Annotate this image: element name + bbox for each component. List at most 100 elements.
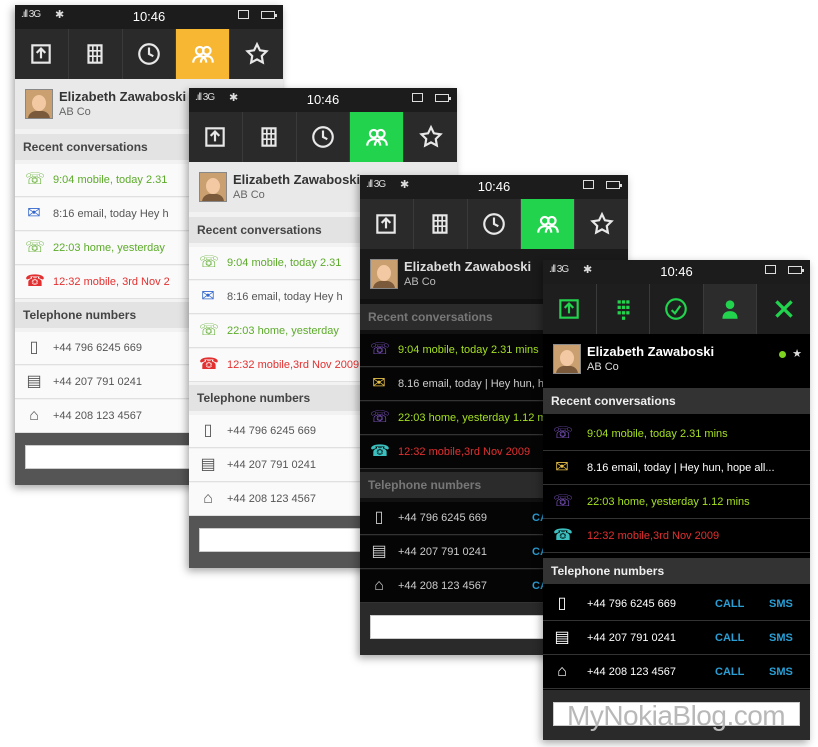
phone-number: +44 207 791 0241 bbox=[587, 632, 677, 644]
conversation-text: 12:32 mobile,3rd Nov 2009 bbox=[227, 359, 360, 371]
share-icon bbox=[559, 299, 580, 319]
avatar bbox=[553, 344, 581, 374]
email-icon: ✉ bbox=[27, 205, 41, 222]
missed-call-icon: ☎ bbox=[370, 443, 390, 460]
contact-name: Elizabeth Zawaboski bbox=[233, 172, 361, 187]
conversation-text: 8:16 email, today Hey h bbox=[227, 291, 343, 303]
section-telephone-numbers: Telephone numbers bbox=[543, 558, 810, 584]
phone-number: +44 796 6245 669 bbox=[227, 425, 317, 437]
contacts-icon bbox=[365, 128, 388, 146]
tab-contacts[interactable] bbox=[521, 199, 576, 249]
call-button[interactable]: CALL bbox=[715, 666, 744, 678]
mobile-phone-icon: ▯ bbox=[374, 509, 384, 526]
conversation-text: 8.16 email, today | Hey hun, hope all... bbox=[587, 462, 775, 474]
phone-row[interactable]: ⌂ +44 208 123 4567 CALL SMS bbox=[543, 656, 810, 689]
office-phone-icon: ▤ bbox=[371, 543, 387, 560]
tab-bar bbox=[360, 199, 628, 249]
clock-icon bbox=[138, 43, 160, 65]
email-icon: ✉ bbox=[372, 375, 386, 392]
message-icon bbox=[765, 265, 776, 274]
tab-close[interactable] bbox=[757, 284, 810, 334]
tab-history[interactable] bbox=[297, 112, 351, 162]
tab-favourites[interactable] bbox=[404, 112, 457, 162]
status-bar: .ıll 3G ✱ 10:46 bbox=[189, 88, 457, 112]
tab-dialpad[interactable] bbox=[597, 284, 651, 334]
contact-person-icon bbox=[722, 300, 738, 319]
call-button[interactable]: CALL bbox=[715, 598, 744, 610]
outgoing-call-icon: ☏ bbox=[553, 425, 574, 442]
tab-share[interactable] bbox=[360, 199, 414, 249]
mobile-phone-icon: ▯ bbox=[203, 422, 213, 439]
status-bar: .ıll 3G ✱ 10:46 bbox=[15, 5, 283, 29]
phone-number: +44 796 6245 669 bbox=[53, 342, 143, 354]
conversation-text: 9:04 mobile, today 2.31 bbox=[53, 174, 168, 186]
phone-screen-black: .ıll 3G ✱ 10:46 Elizabeth Zawaboski AB C… bbox=[543, 260, 810, 740]
conversation-row[interactable]: ✉ 8.16 email, today | Hey hun, hope all.… bbox=[543, 452, 810, 485]
tab-bar bbox=[15, 29, 283, 79]
phone-number: +44 208 123 4567 bbox=[53, 410, 143, 422]
office-phone-icon: ▤ bbox=[554, 629, 570, 646]
close-icon bbox=[774, 300, 793, 318]
conversation-text: 9:04 mobile, today 2.31 bbox=[227, 257, 342, 269]
tab-history[interactable] bbox=[123, 29, 177, 79]
clock-icon bbox=[665, 298, 688, 320]
mobile-phone-icon: ▯ bbox=[29, 339, 39, 356]
home-icon: ⌂ bbox=[29, 407, 39, 424]
conversation-row[interactable]: ☏ 9:04 mobile, today 2.31 mins bbox=[543, 418, 810, 451]
contacts-icon bbox=[536, 215, 559, 233]
clock-icon bbox=[312, 126, 334, 148]
tab-share[interactable] bbox=[543, 284, 597, 334]
conversation-row[interactable]: ☎ 12:32 mobile,3rd Nov 2009 bbox=[543, 520, 810, 553]
avatar bbox=[25, 89, 53, 119]
status-bar: .ıll 3G ✱ 10:46 bbox=[543, 260, 810, 284]
battery-icon bbox=[261, 11, 277, 19]
tab-dialpad[interactable] bbox=[243, 112, 297, 162]
tab-history[interactable] bbox=[468, 199, 522, 249]
phone-row[interactable]: ▤ +44 207 791 0241 CALL SMS bbox=[543, 622, 810, 655]
tab-history[interactable] bbox=[650, 284, 704, 334]
sms-button[interactable]: SMS bbox=[769, 598, 793, 610]
share-icon bbox=[376, 214, 397, 234]
tab-dialpad[interactable] bbox=[414, 199, 468, 249]
phone-number: +44 796 6245 669 bbox=[398, 512, 488, 524]
dialpad-icon bbox=[617, 300, 630, 320]
tab-favourites[interactable] bbox=[230, 29, 283, 79]
tab-contacts[interactable] bbox=[350, 112, 405, 162]
email-icon: ✉ bbox=[555, 459, 569, 476]
sms-button[interactable]: SMS bbox=[769, 632, 793, 644]
home-icon: ⌂ bbox=[203, 490, 213, 507]
conversation-text: 9:04 mobile, today 2.31 mins bbox=[587, 428, 728, 440]
message-icon bbox=[583, 180, 594, 189]
tab-favourites[interactable] bbox=[575, 199, 628, 249]
tab-dialpad[interactable] bbox=[69, 29, 123, 79]
tab-contacts[interactable] bbox=[176, 29, 231, 79]
missed-call-icon: ☎ bbox=[553, 527, 573, 544]
star-icon bbox=[244, 41, 269, 65]
conversation-text: 12:32 mobile, 3rd Nov 2 bbox=[53, 276, 170, 288]
battery-icon bbox=[606, 181, 622, 189]
message-icon bbox=[238, 10, 249, 19]
battery-icon bbox=[435, 94, 451, 102]
share-icon bbox=[31, 44, 52, 64]
section-recent-conversations: Recent conversations bbox=[543, 388, 810, 414]
phone-row[interactable]: ▯ +44 796 6245 669 CALL SMS bbox=[543, 588, 810, 621]
tab-bar bbox=[189, 112, 457, 162]
conversation-row[interactable]: ☏ 22:03 home, yesterday 1.12 mins bbox=[543, 486, 810, 519]
contact-company: AB Co bbox=[404, 276, 436, 288]
contact-header: Elizabeth Zawaboski AB Co ★ bbox=[543, 334, 810, 386]
tab-contacts[interactable] bbox=[703, 284, 758, 334]
phone-number: +44 207 791 0241 bbox=[398, 546, 488, 558]
sms-button[interactable]: SMS bbox=[769, 666, 793, 678]
conversation-text: 8:16 email, today Hey h bbox=[53, 208, 169, 220]
star-icon bbox=[589, 211, 614, 235]
call-button[interactable]: CALL bbox=[715, 632, 744, 644]
avatar bbox=[370, 259, 398, 289]
dialpad-icon bbox=[261, 127, 277, 147]
phone-number: +44 208 123 4567 bbox=[227, 493, 317, 505]
tab-share[interactable] bbox=[15, 29, 69, 79]
tab-share[interactable] bbox=[189, 112, 243, 162]
favourite-star-icon[interactable]: ★ bbox=[792, 347, 802, 360]
conversation-text: 22:03 home, yesterday 1.12 mins bbox=[398, 412, 561, 424]
home-icon: ⌂ bbox=[557, 663, 567, 680]
battery-icon bbox=[788, 266, 804, 274]
